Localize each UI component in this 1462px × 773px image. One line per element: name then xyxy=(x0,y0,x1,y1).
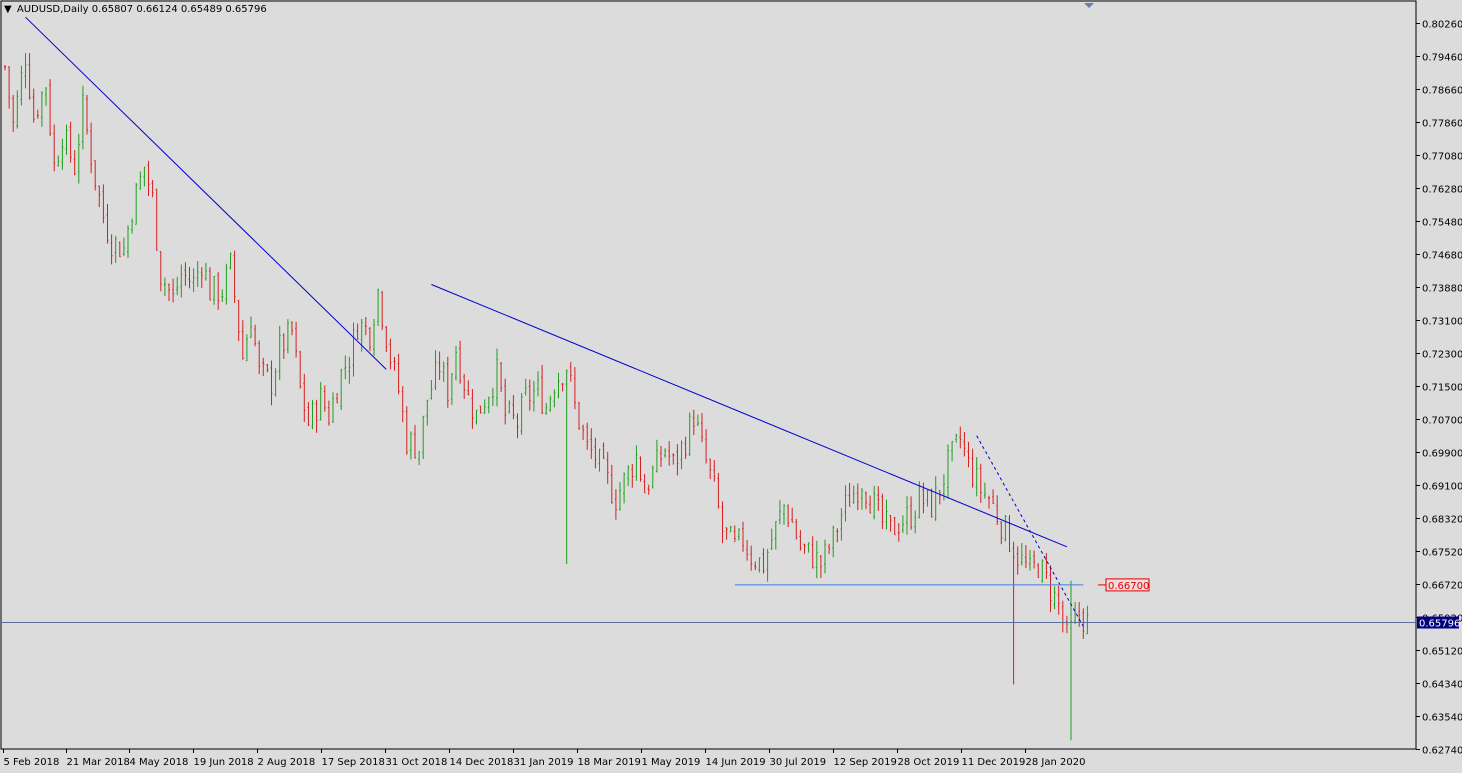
y-tick-label: 0.73100 xyxy=(1422,317,1462,328)
x-tick-label: 14 Jun 2019 xyxy=(706,757,766,768)
time-axis: 5 Feb 2018 21 Mar 2018 4 May 2018 19 Jun 20… xyxy=(3,749,1086,768)
x-tick-label: 5 Feb 2018 xyxy=(4,757,60,768)
y-tick-label: 0.67520 xyxy=(1422,548,1462,559)
x-tick-label: 31 Jan 2019 xyxy=(514,757,574,768)
x-tick-label: 18 Mar 2019 xyxy=(578,757,641,768)
y-tick-label: 0.68320 xyxy=(1422,515,1462,526)
x-tick-label: 19 Jun 2018 xyxy=(194,757,254,768)
y-tick-label: 0.75480 xyxy=(1422,218,1462,229)
y-tick-label: 0.77080 xyxy=(1422,152,1462,163)
x-tick-label: 31 Oct 2018 xyxy=(386,757,448,768)
current-price-text: 0.65796 xyxy=(1419,619,1460,630)
price-label-text: 0.66700 xyxy=(1108,581,1149,592)
y-tick-label: 0.71500 xyxy=(1422,383,1462,394)
y-tick-label: 0.77860 xyxy=(1422,119,1462,130)
y-tick-label: 0.79460 xyxy=(1422,53,1462,64)
chart-shift-marker-icon[interactable] xyxy=(1084,3,1094,8)
trend-line xyxy=(431,284,1068,548)
x-tick-label: 12 Sep 2019 xyxy=(834,757,897,768)
y-tick-label: 0.63540 xyxy=(1422,713,1462,724)
price-axis: 0.80260 0.79460 0.78660 0.77860 0.77080 0.762… xyxy=(1416,20,1462,757)
x-tick-label: 14 Dec 2018 xyxy=(450,757,514,768)
y-tick-label: 0.65120 xyxy=(1422,647,1462,658)
x-tick-label: 21 Mar 2018 xyxy=(67,757,130,768)
x-tick-label: 11 Dec 2019 xyxy=(962,757,1026,768)
overlays-group: 0.66700 xyxy=(1,16,1416,627)
plot-frame xyxy=(0,0,1417,750)
y-tick-label: 0.74680 xyxy=(1422,251,1462,262)
y-tick-label: 0.80260 xyxy=(1422,20,1462,31)
y-tick-label: 0.69900 xyxy=(1422,449,1462,460)
y-tick-label: 0.62740 xyxy=(1422,746,1462,757)
x-tick-label: 2 Aug 2018 xyxy=(258,757,316,768)
y-tick-label: 0.70700 xyxy=(1422,416,1462,427)
candles-group xyxy=(4,52,1089,741)
y-tick-label: 0.76280 xyxy=(1422,185,1462,196)
x-tick-label: 17 Sep 2018 xyxy=(322,757,385,768)
price-chart[interactable]: 0.66700 0.80260 0.79460 0.78660 0.77860 0.77… xyxy=(0,0,1462,773)
y-tick-label: 0.69100 xyxy=(1422,482,1462,493)
y-tick-label: 0.64340 xyxy=(1422,680,1462,691)
trend-line xyxy=(25,16,387,370)
y-tick-label: 0.73880 xyxy=(1422,284,1462,295)
y-tick-label: 0.66720 xyxy=(1422,581,1462,592)
y-tick-label: 0.78660 xyxy=(1422,86,1462,97)
x-tick-label: 1 May 2019 xyxy=(642,757,701,768)
x-tick-label: 28 Jan 2020 xyxy=(1026,757,1086,768)
trend-line xyxy=(976,435,1084,627)
x-tick-label: 30 Jul 2019 xyxy=(770,757,827,768)
y-tick-label: 0.72300 xyxy=(1422,350,1462,361)
x-tick-label: 28 Oct 2019 xyxy=(898,757,960,768)
x-tick-label: 4 May 2018 xyxy=(130,757,189,768)
